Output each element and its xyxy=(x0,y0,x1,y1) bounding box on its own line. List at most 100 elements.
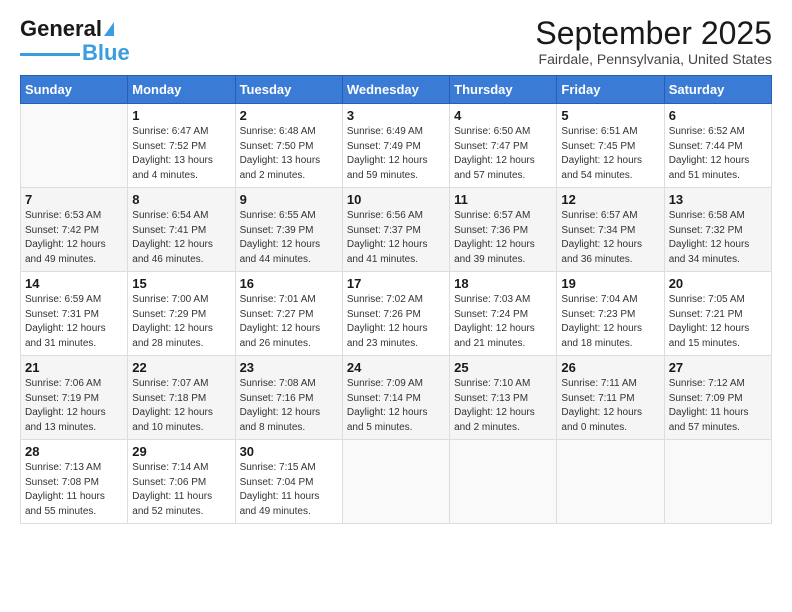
day-number: 7 xyxy=(25,192,123,207)
day-info: Sunrise: 6:53 AMSunset: 7:42 PMDaylight:… xyxy=(25,210,106,265)
calendar-cell: 3 Sunrise: 6:49 AMSunset: 7:49 PMDayligh… xyxy=(342,104,449,188)
col-tuesday: Tuesday xyxy=(235,76,342,104)
day-number: 5 xyxy=(561,108,659,123)
calendar-cell: 18 Sunrise: 7:03 AMSunset: 7:24 PMDaylig… xyxy=(450,272,557,356)
day-info: Sunrise: 7:09 AMSunset: 7:14 PMDaylight:… xyxy=(347,378,428,433)
day-info: Sunrise: 7:14 AMSunset: 7:06 PMDaylight:… xyxy=(132,462,212,517)
day-number: 20 xyxy=(669,276,767,291)
calendar-cell: 9 Sunrise: 6:55 AMSunset: 7:39 PMDayligh… xyxy=(235,188,342,272)
calendar-week-2: 7 Sunrise: 6:53 AMSunset: 7:42 PMDayligh… xyxy=(21,188,772,272)
logo-line xyxy=(20,53,80,56)
day-number: 3 xyxy=(347,108,445,123)
calendar-cell: 8 Sunrise: 6:54 AMSunset: 7:41 PMDayligh… xyxy=(128,188,235,272)
day-info: Sunrise: 7:01 AMSunset: 7:27 PMDaylight:… xyxy=(240,294,321,349)
calendar-cell: 15 Sunrise: 7:00 AMSunset: 7:29 PMDaylig… xyxy=(128,272,235,356)
calendar-week-5: 28 Sunrise: 7:13 AMSunset: 7:08 PMDaylig… xyxy=(21,440,772,524)
day-number: 4 xyxy=(454,108,552,123)
day-info: Sunrise: 7:07 AMSunset: 7:18 PMDaylight:… xyxy=(132,378,213,433)
day-info: Sunrise: 6:47 AMSunset: 7:52 PMDaylight:… xyxy=(132,126,213,181)
day-info: Sunrise: 6:50 AMSunset: 7:47 PMDaylight:… xyxy=(454,126,535,181)
day-number: 12 xyxy=(561,192,659,207)
calendar-cell: 22 Sunrise: 7:07 AMSunset: 7:18 PMDaylig… xyxy=(128,356,235,440)
calendar-cell xyxy=(342,440,449,524)
logo: General Blue xyxy=(20,16,130,66)
calendar-cell: 21 Sunrise: 7:06 AMSunset: 7:19 PMDaylig… xyxy=(21,356,128,440)
day-info: Sunrise: 7:03 AMSunset: 7:24 PMDaylight:… xyxy=(454,294,535,349)
calendar-cell: 4 Sunrise: 6:50 AMSunset: 7:47 PMDayligh… xyxy=(450,104,557,188)
col-thursday: Thursday xyxy=(450,76,557,104)
calendar-cell: 24 Sunrise: 7:09 AMSunset: 7:14 PMDaylig… xyxy=(342,356,449,440)
calendar-table: Sunday Monday Tuesday Wednesday Thursday… xyxy=(20,75,772,524)
day-info: Sunrise: 7:10 AMSunset: 7:13 PMDaylight:… xyxy=(454,378,535,433)
day-number: 18 xyxy=(454,276,552,291)
day-number: 27 xyxy=(669,360,767,375)
day-info: Sunrise: 6:59 AMSunset: 7:31 PMDaylight:… xyxy=(25,294,106,349)
day-number: 21 xyxy=(25,360,123,375)
calendar-cell: 12 Sunrise: 6:57 AMSunset: 7:34 PMDaylig… xyxy=(557,188,664,272)
logo-blue: Blue xyxy=(82,40,130,66)
calendar-cell: 13 Sunrise: 6:58 AMSunset: 7:32 PMDaylig… xyxy=(664,188,771,272)
day-info: Sunrise: 7:15 AMSunset: 7:04 PMDaylight:… xyxy=(240,462,320,517)
day-number: 24 xyxy=(347,360,445,375)
day-info: Sunrise: 6:54 AMSunset: 7:41 PMDaylight:… xyxy=(132,210,213,265)
day-number: 19 xyxy=(561,276,659,291)
logo-triangle-icon xyxy=(104,22,114,36)
calendar-cell xyxy=(557,440,664,524)
day-number: 14 xyxy=(25,276,123,291)
logo-general: General xyxy=(20,16,102,42)
calendar-cell: 7 Sunrise: 6:53 AMSunset: 7:42 PMDayligh… xyxy=(21,188,128,272)
day-number: 9 xyxy=(240,192,338,207)
day-info: Sunrise: 7:04 AMSunset: 7:23 PMDaylight:… xyxy=(561,294,642,349)
calendar-cell: 14 Sunrise: 6:59 AMSunset: 7:31 PMDaylig… xyxy=(21,272,128,356)
col-wednesday: Wednesday xyxy=(342,76,449,104)
day-info: Sunrise: 7:02 AMSunset: 7:26 PMDaylight:… xyxy=(347,294,428,349)
day-number: 8 xyxy=(132,192,230,207)
day-number: 29 xyxy=(132,444,230,459)
calendar-cell: 26 Sunrise: 7:11 AMSunset: 7:11 PMDaylig… xyxy=(557,356,664,440)
day-info: Sunrise: 7:05 AMSunset: 7:21 PMDaylight:… xyxy=(669,294,750,349)
calendar-week-3: 14 Sunrise: 6:59 AMSunset: 7:31 PMDaylig… xyxy=(21,272,772,356)
calendar-cell: 19 Sunrise: 7:04 AMSunset: 7:23 PMDaylig… xyxy=(557,272,664,356)
calendar-cell: 16 Sunrise: 7:01 AMSunset: 7:27 PMDaylig… xyxy=(235,272,342,356)
calendar-cell: 11 Sunrise: 6:57 AMSunset: 7:36 PMDaylig… xyxy=(450,188,557,272)
day-info: Sunrise: 6:57 AMSunset: 7:34 PMDaylight:… xyxy=(561,210,642,265)
calendar-cell xyxy=(21,104,128,188)
day-number: 28 xyxy=(25,444,123,459)
calendar-cell xyxy=(664,440,771,524)
day-number: 22 xyxy=(132,360,230,375)
col-friday: Friday xyxy=(557,76,664,104)
calendar-cell: 29 Sunrise: 7:14 AMSunset: 7:06 PMDaylig… xyxy=(128,440,235,524)
day-info: Sunrise: 7:12 AMSunset: 7:09 PMDaylight:… xyxy=(669,378,749,433)
day-number: 30 xyxy=(240,444,338,459)
calendar-cell: 25 Sunrise: 7:10 AMSunset: 7:13 PMDaylig… xyxy=(450,356,557,440)
day-number: 10 xyxy=(347,192,445,207)
col-monday: Monday xyxy=(128,76,235,104)
day-number: 26 xyxy=(561,360,659,375)
location: Fairdale, Pennsylvania, United States xyxy=(535,51,772,67)
calendar-cell: 1 Sunrise: 6:47 AMSunset: 7:52 PMDayligh… xyxy=(128,104,235,188)
col-sunday: Sunday xyxy=(21,76,128,104)
day-info: Sunrise: 6:57 AMSunset: 7:36 PMDaylight:… xyxy=(454,210,535,265)
day-info: Sunrise: 6:51 AMSunset: 7:45 PMDaylight:… xyxy=(561,126,642,181)
day-info: Sunrise: 6:58 AMSunset: 7:32 PMDaylight:… xyxy=(669,210,750,265)
calendar-cell: 23 Sunrise: 7:08 AMSunset: 7:16 PMDaylig… xyxy=(235,356,342,440)
day-info: Sunrise: 7:06 AMSunset: 7:19 PMDaylight:… xyxy=(25,378,106,433)
day-info: Sunrise: 6:49 AMSunset: 7:49 PMDaylight:… xyxy=(347,126,428,181)
calendar-cell: 2 Sunrise: 6:48 AMSunset: 7:50 PMDayligh… xyxy=(235,104,342,188)
calendar-week-4: 21 Sunrise: 7:06 AMSunset: 7:19 PMDaylig… xyxy=(21,356,772,440)
day-number: 13 xyxy=(669,192,767,207)
calendar-cell: 5 Sunrise: 6:51 AMSunset: 7:45 PMDayligh… xyxy=(557,104,664,188)
month-title: September 2025 xyxy=(535,16,772,51)
day-info: Sunrise: 7:08 AMSunset: 7:16 PMDaylight:… xyxy=(240,378,321,433)
header-row: Sunday Monday Tuesday Wednesday Thursday… xyxy=(21,76,772,104)
day-number: 23 xyxy=(240,360,338,375)
calendar-cell: 27 Sunrise: 7:12 AMSunset: 7:09 PMDaylig… xyxy=(664,356,771,440)
day-number: 2 xyxy=(240,108,338,123)
day-info: Sunrise: 6:48 AMSunset: 7:50 PMDaylight:… xyxy=(240,126,321,181)
day-number: 1 xyxy=(132,108,230,123)
calendar-cell: 28 Sunrise: 7:13 AMSunset: 7:08 PMDaylig… xyxy=(21,440,128,524)
calendar-cell xyxy=(450,440,557,524)
header: General Blue September 2025 Fairdale, Pe… xyxy=(20,16,772,67)
day-info: Sunrise: 7:13 AMSunset: 7:08 PMDaylight:… xyxy=(25,462,105,517)
day-number: 16 xyxy=(240,276,338,291)
